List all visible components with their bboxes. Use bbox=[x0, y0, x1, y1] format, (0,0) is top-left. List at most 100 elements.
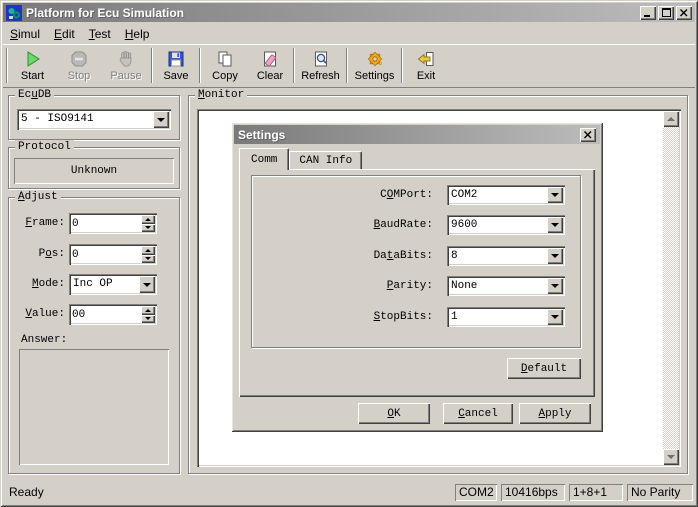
refresh-button[interactable]: Refresh bbox=[296, 46, 345, 85]
spin-down-icon bbox=[145, 257, 151, 260]
stopbits-label: StopBits: bbox=[249, 307, 433, 327]
close-icon bbox=[680, 4, 688, 22]
value-spin-down-button[interactable] bbox=[141, 315, 155, 324]
pos-spinner[interactable] bbox=[69, 244, 157, 265]
copy-icon bbox=[215, 49, 235, 69]
answer-box bbox=[19, 349, 169, 465]
tab-comm[interactable]: Comm bbox=[239, 148, 289, 170]
settings-button[interactable]: Settings bbox=[349, 46, 400, 85]
toolbar: Start Stop Pause Save Copy Clear Refresh bbox=[3, 44, 695, 88]
baudrate-label: BaudRate: bbox=[249, 215, 433, 235]
value-label: Value: bbox=[9, 304, 65, 325]
menu-item-test[interactable]: Test bbox=[82, 25, 118, 43]
maximize-button[interactable] bbox=[658, 6, 674, 20]
stopbits-value: 1 bbox=[451, 310, 545, 324]
frame-spinner[interactable] bbox=[69, 213, 157, 234]
ecudb-group: EcuDB 5 - ISO9141 bbox=[8, 95, 180, 140]
baudrate-value: 9600 bbox=[451, 218, 545, 232]
apply-button[interactable]: Apply bbox=[519, 403, 591, 424]
status-text: Ready bbox=[9, 484, 44, 501]
protocol-group-label: Protocol bbox=[15, 140, 74, 154]
save-icon bbox=[166, 49, 186, 69]
comport-value: COM2 bbox=[451, 188, 545, 202]
close-icon bbox=[584, 126, 592, 144]
settings-icon bbox=[365, 49, 385, 69]
adjust-group: Adjust Frame: Pos: Mode: Inc OP Value: bbox=[8, 197, 180, 474]
scroll-down-icon bbox=[667, 455, 675, 459]
dialog-titlebar[interactable]: Settings bbox=[234, 125, 600, 144]
clear-button[interactable]: Clear bbox=[248, 46, 292, 85]
window-title: Platform for Ecu Simulation bbox=[26, 6, 184, 20]
scroll-down-button[interactable] bbox=[663, 449, 679, 465]
parity-dropdown-button[interactable] bbox=[547, 278, 563, 294]
spin-up-icon bbox=[145, 249, 151, 252]
titlebar[interactable]: Platform for Ecu Simulation bbox=[3, 3, 695, 22]
exit-icon bbox=[416, 49, 436, 69]
parity-select[interactable]: None bbox=[447, 276, 565, 296]
parity-value: None bbox=[451, 279, 545, 293]
ecudb-dropdown-button[interactable] bbox=[153, 111, 169, 128]
ok-button[interactable]: OK bbox=[358, 403, 430, 424]
close-button[interactable] bbox=[676, 6, 692, 20]
answer-label: Answer: bbox=[21, 334, 67, 346]
monitor-scrollbar[interactable] bbox=[663, 111, 679, 465]
parity-label: Parity: bbox=[249, 276, 433, 296]
stopbits-select[interactable]: 1 bbox=[447, 307, 565, 327]
mode-label: Mode: bbox=[9, 274, 65, 295]
comport-dropdown-button[interactable] bbox=[547, 187, 563, 203]
pos-input[interactable] bbox=[72, 247, 139, 262]
databits-select[interactable]: 8 bbox=[447, 246, 565, 266]
app-window: Platform for Ecu Simulation Simul Edit T… bbox=[0, 0, 698, 507]
minimize-button[interactable] bbox=[640, 6, 656, 20]
chevron-down-icon bbox=[551, 193, 559, 197]
default-button[interactable]: Default bbox=[507, 358, 581, 379]
ecudb-select[interactable]: 5 - ISO9141 bbox=[17, 109, 171, 130]
mode-select[interactable]: Inc OP bbox=[69, 274, 157, 295]
save-button[interactable]: Save bbox=[154, 46, 198, 85]
clear-icon bbox=[260, 49, 280, 69]
refresh-icon bbox=[311, 49, 331, 69]
chevron-down-icon bbox=[157, 118, 165, 122]
statusbar: Ready COM2 10416bps 1+8+1 No Parity bbox=[3, 480, 695, 504]
exit-button[interactable]: Exit bbox=[404, 46, 448, 85]
value-spinner[interactable] bbox=[69, 304, 157, 325]
databits-dropdown-button[interactable] bbox=[547, 248, 563, 264]
pos-spin-down-button[interactable] bbox=[141, 255, 155, 264]
app-icon bbox=[6, 5, 22, 21]
pos-spin-up-button[interactable] bbox=[141, 246, 155, 255]
frame-spin-down-button[interactable] bbox=[141, 224, 155, 233]
frame-spin-up-button[interactable] bbox=[141, 215, 155, 224]
value-spin-up-button[interactable] bbox=[141, 306, 155, 315]
dialog-close-button[interactable] bbox=[580, 128, 596, 142]
value-input[interactable] bbox=[72, 307, 139, 322]
pause-icon bbox=[116, 49, 136, 69]
spin-up-icon bbox=[145, 218, 151, 221]
cancel-button[interactable]: Cancel bbox=[443, 403, 513, 424]
ecudb-group-label: EcuDB bbox=[15, 88, 54, 102]
status-panel-parity: No Parity bbox=[627, 484, 693, 501]
pos-label: Pos: bbox=[9, 244, 65, 265]
frame-input[interactable] bbox=[72, 216, 139, 231]
minimize-icon bbox=[644, 4, 652, 22]
spin-down-icon bbox=[145, 317, 151, 320]
ecudb-value: 5 - ISO9141 bbox=[21, 112, 151, 127]
toolbar-separator bbox=[346, 48, 348, 83]
stop-button: Stop bbox=[56, 46, 102, 85]
stopbits-dropdown-button[interactable] bbox=[547, 309, 563, 325]
tab-can-info[interactable]: CAN Info bbox=[289, 151, 362, 170]
baudrate-dropdown-button[interactable] bbox=[547, 217, 563, 233]
menu-item-help[interactable]: Help bbox=[118, 25, 157, 43]
scroll-up-button[interactable] bbox=[663, 111, 679, 127]
chevron-down-icon bbox=[551, 284, 559, 288]
dialog-tabs: Comm CAN Info bbox=[239, 148, 362, 170]
start-button[interactable]: Start bbox=[9, 46, 56, 85]
mode-dropdown-button[interactable] bbox=[139, 276, 155, 293]
menu-item-edit[interactable]: Edit bbox=[47, 25, 82, 43]
copy-button[interactable]: Copy bbox=[202, 46, 248, 85]
baudrate-select[interactable]: 9600 bbox=[447, 215, 565, 235]
menu-item-simul[interactable]: Simul bbox=[3, 25, 47, 43]
toolbar-separator bbox=[401, 48, 403, 83]
status-panel-baudrate: 10416bps bbox=[501, 484, 565, 501]
chevron-down-icon bbox=[551, 315, 559, 319]
comport-select[interactable]: COM2 bbox=[447, 185, 565, 205]
